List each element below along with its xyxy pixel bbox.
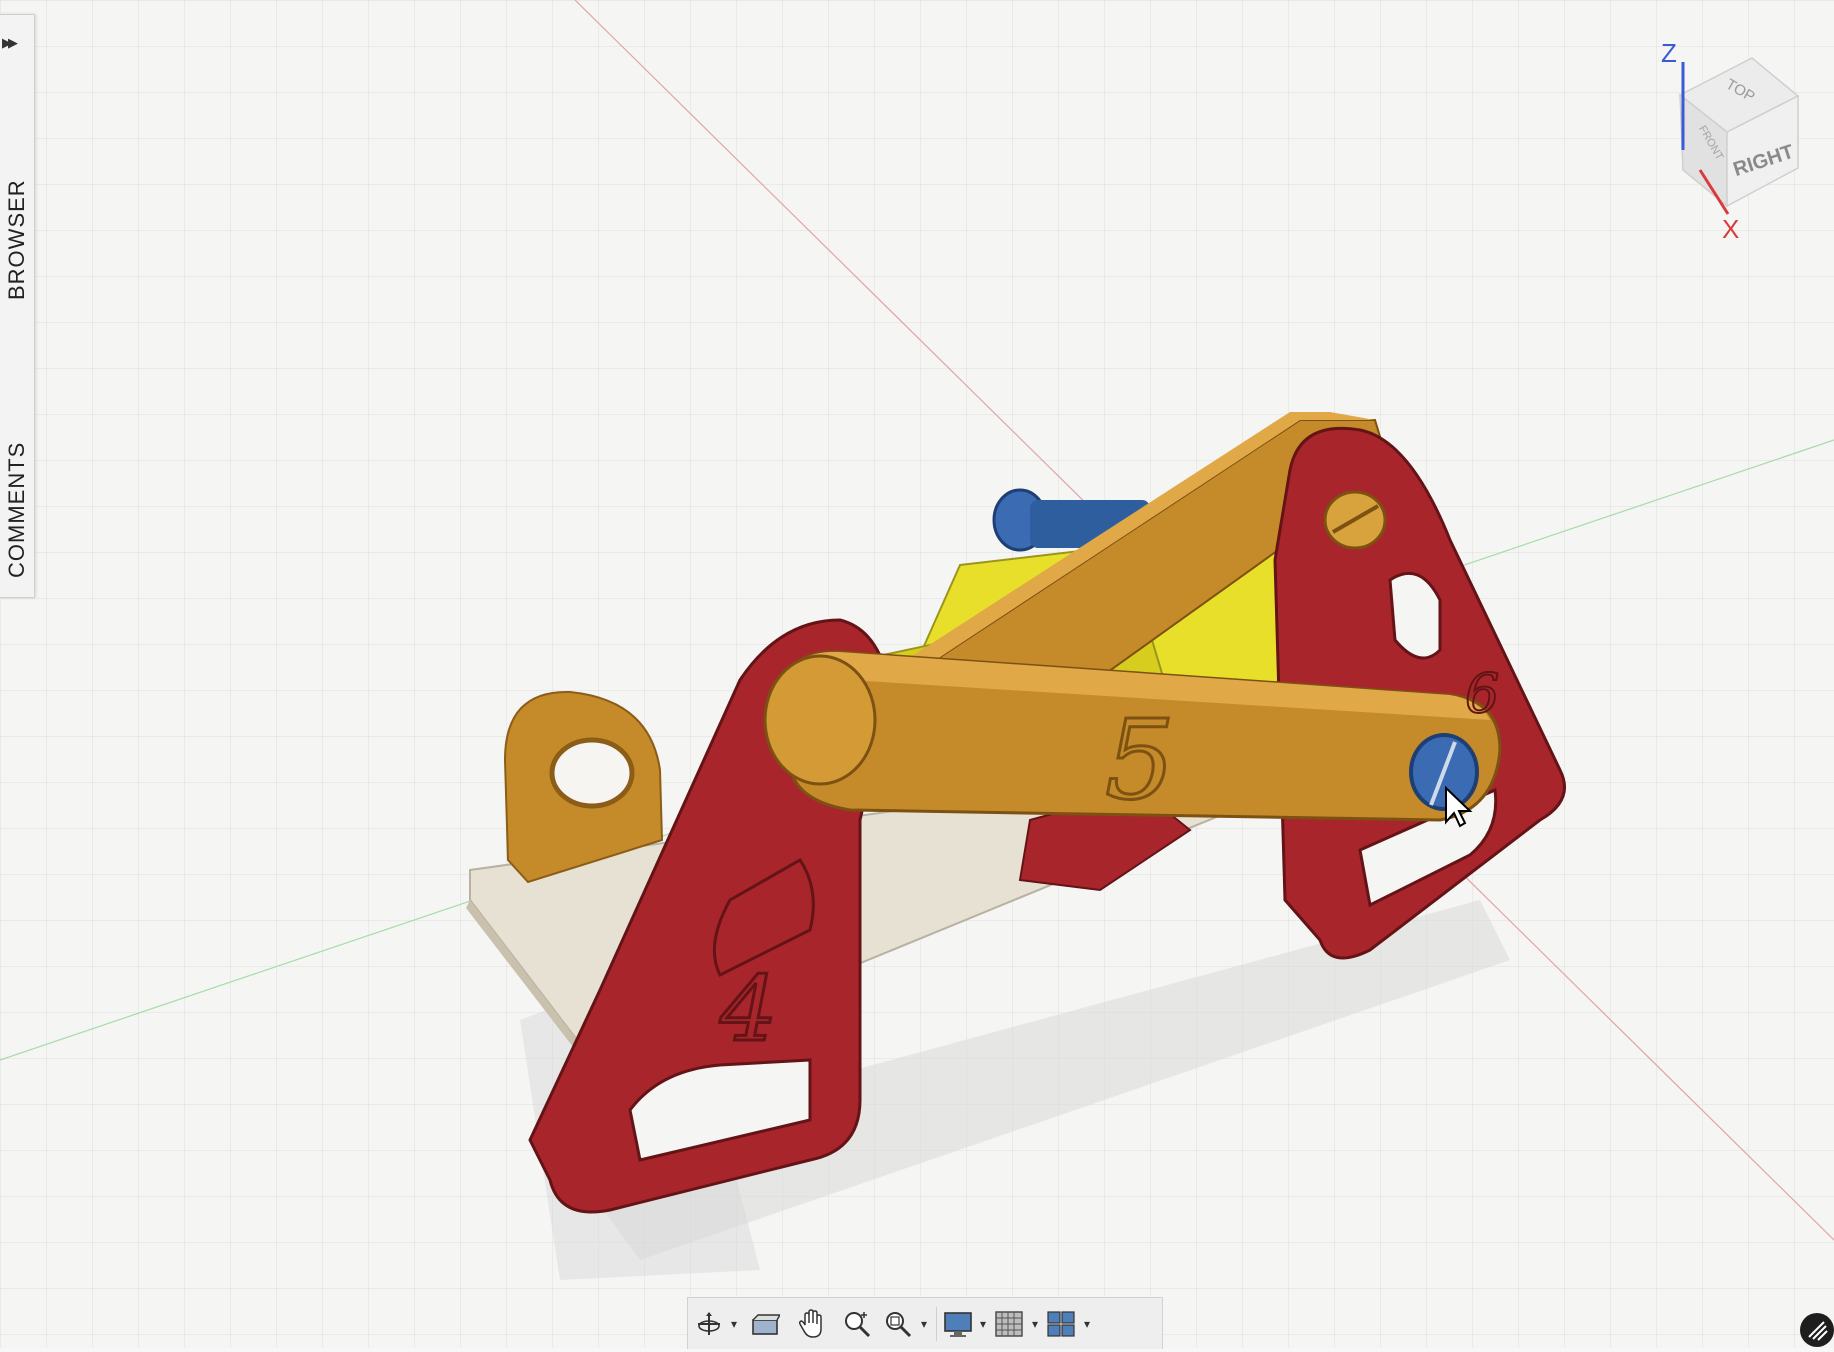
model-scene[interactable]: 4 5 6 TOP RIGHT FRONT Z X <box>0 0 1834 1348</box>
zoom-icon <box>845 1311 871 1337</box>
side-panel: ▶▶ BROWSER COMMENTS <box>0 14 35 598</box>
orbit-dropdown[interactable]: ▾ <box>726 1317 742 1331</box>
tab-comments[interactable]: COMMENTS <box>2 415 32 605</box>
display-settings-button[interactable] <box>941 1304 975 1344</box>
blue-screw-front <box>1409 733 1479 811</box>
part-label-5: 5 <box>1105 696 1175 824</box>
display-settings-icon <box>944 1311 972 1337</box>
fit-view-dropdown[interactable]: ▾ <box>916 1317 932 1331</box>
grid-snaps-icon <box>995 1310 1023 1337</box>
brand-badge-icon <box>1800 1313 1834 1347</box>
viewports-dropdown[interactable]: ▾ <box>1079 1317 1095 1331</box>
orbit-button[interactable] <box>692 1304 726 1344</box>
viewports-icon <box>1047 1310 1075 1337</box>
z-axis-label: Z <box>1661 38 1677 68</box>
toolbar-divider <box>936 1306 937 1341</box>
look-at-icon <box>752 1313 780 1335</box>
orbit-icon <box>698 1311 720 1335</box>
double-chevron-right-icon[interactable]: ▶▶ <box>2 35 26 51</box>
tab-browser[interactable]: BROWSER <box>2 165 32 315</box>
fit-view-icon <box>886 1311 912 1337</box>
view-cube[interactable]: TOP RIGHT FRONT Z X <box>1661 38 1800 244</box>
fit-view-button[interactable] <box>880 1304 916 1344</box>
navigation-toolbar: ▾ ▾ ▾ ▾ ▾ <box>687 1297 1163 1349</box>
pan-button[interactable] <box>788 1304 834 1344</box>
x-axis-label: X <box>1722 214 1739 244</box>
grid-snaps-button[interactable] <box>991 1304 1027 1344</box>
zoom-button[interactable] <box>834 1304 880 1344</box>
look-at-button[interactable] <box>742 1304 788 1344</box>
grid-snaps-dropdown[interactable]: ▾ <box>1027 1317 1043 1331</box>
part-label-4: 4 <box>719 957 777 1062</box>
display-settings-dropdown[interactable]: ▾ <box>975 1317 991 1331</box>
pan-hand-icon <box>798 1308 822 1338</box>
viewports-button[interactable] <box>1043 1304 1079 1344</box>
part-label-6: 6 <box>1465 662 1499 725</box>
